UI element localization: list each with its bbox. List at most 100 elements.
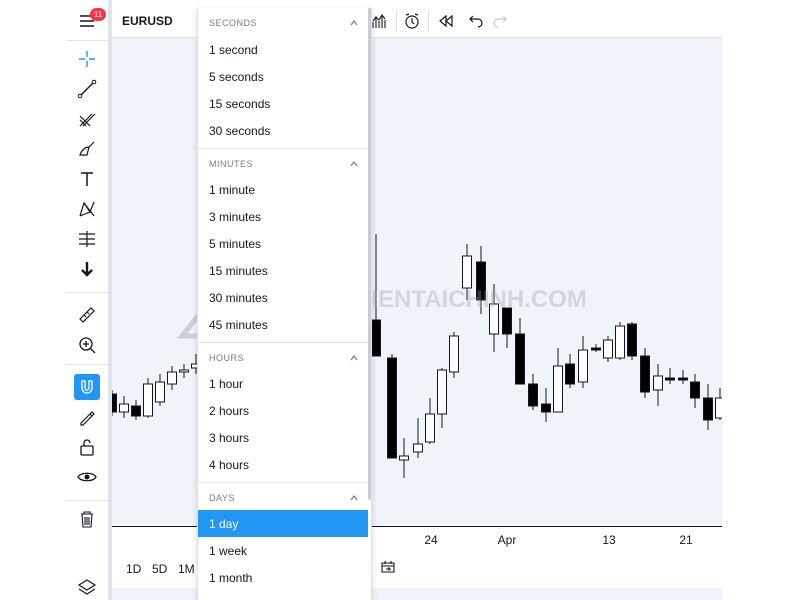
interval-option[interactable]: 2 hours — [198, 397, 368, 424]
interval-option-label: 4 hours — [209, 458, 250, 472]
candle-body — [690, 381, 700, 399]
toolbar-divider — [66, 40, 108, 41]
section-title: DAYS — [209, 493, 235, 503]
eye-icon[interactable] — [74, 464, 100, 490]
section-header-minutes[interactable]: MINUTES — [198, 148, 368, 178]
chevron-up-icon[interactable] — [350, 354, 358, 362]
interval-option-label: 1 hour — [209, 377, 244, 391]
interval-option-label: 15 seconds — [209, 97, 271, 111]
replay-icon[interactable] — [434, 10, 458, 32]
section-header-days[interactable]: DAYS — [198, 482, 368, 512]
ruler-icon[interactable] — [74, 302, 100, 328]
arrow-down-icon[interactable] — [74, 256, 100, 282]
interval-option[interactable]: 15 seconds — [198, 90, 368, 117]
interval-dropdown: SECONDS 1 second 5 seconds 15 seconds 30 sec… — [197, 8, 372, 600]
pitchfork-icon[interactable] — [74, 106, 100, 132]
candle-body — [541, 403, 551, 413]
section-header-seconds[interactable]: SECONDS — [198, 8, 368, 38]
interval-option[interactable]: 4 hours — [198, 451, 368, 478]
candle-body — [715, 397, 722, 419]
candle-body — [528, 383, 538, 407]
candle-body — [143, 383, 153, 417]
candle-body — [591, 347, 601, 351]
interval-option[interactable]: 3 minutes — [198, 203, 368, 230]
interval-option-label: 1 day — [209, 517, 239, 531]
candle-body — [437, 369, 447, 415]
candle-body — [131, 405, 141, 417]
interval-option-label: 1 month — [209, 571, 253, 585]
interval-option-label: 45 minutes — [209, 318, 268, 332]
candle-body — [515, 333, 525, 385]
long-position-icon[interactable] — [74, 226, 100, 252]
interval-option[interactable]: 1 second — [198, 36, 368, 63]
candle-body — [553, 365, 563, 413]
candle-body — [155, 381, 165, 403]
crosshair-icon[interactable] — [74, 46, 100, 72]
interval-option[interactable]: 5 minutes — [198, 230, 368, 257]
interval-option-label: 3 minutes — [209, 210, 262, 224]
range-button[interactable]: 1M — [178, 562, 195, 576]
trash-icon[interactable] — [74, 506, 100, 532]
interval-option[interactable]: 45 minutes — [198, 311, 368, 338]
redo-icon[interactable] — [488, 10, 512, 32]
brush-icon[interactable] — [74, 136, 100, 162]
interval-option-label: 2 hours — [209, 404, 250, 418]
candle-body — [665, 377, 675, 381]
interval-option[interactable]: 30 minutes — [198, 284, 368, 311]
layers-icon[interactable] — [74, 574, 100, 600]
trend-line-icon[interactable] — [74, 76, 100, 102]
toolbar-divider — [66, 500, 108, 501]
interval-option[interactable]: 1 hour — [198, 370, 368, 397]
candle-body — [167, 371, 177, 385]
pattern-icon[interactable] — [74, 196, 100, 222]
zoom-in-icon[interactable] — [74, 332, 100, 358]
candle-body — [653, 375, 663, 391]
candle-body — [387, 357, 397, 459]
x-tick-label: 13 — [602, 533, 616, 547]
interval-option[interactable]: 5 seconds — [198, 63, 368, 90]
interval-option[interactable]: 3 hours — [198, 424, 368, 451]
interval-option-label: 1 minute — [209, 183, 256, 197]
interval-option-label: 1 second — [209, 43, 258, 57]
notification-badge: 11 — [90, 8, 106, 21]
undo-icon[interactable] — [464, 10, 488, 32]
drawing-toolbar: 11 — [66, 0, 108, 600]
candle-body — [615, 325, 625, 359]
candle-body — [703, 397, 713, 421]
x-tick-label: 24 — [424, 533, 438, 547]
interval-option[interactable]: 1 month — [198, 564, 368, 591]
interval-option[interactable]: 15 minutes — [198, 257, 368, 284]
candle-body — [627, 323, 637, 357]
section-title: HOURS — [209, 353, 245, 363]
magnet-icon[interactable] — [74, 374, 100, 400]
chevron-up-icon[interactable] — [350, 494, 358, 502]
toolbar-divider — [66, 292, 108, 293]
interval-option[interactable]: 1 minute — [198, 176, 368, 203]
dropdown-scrollbar[interactable] — [368, 8, 371, 500]
candle-body — [413, 443, 423, 453]
candle-body — [462, 255, 472, 289]
interval-option[interactable]: 1 day — [198, 510, 368, 537]
candle-body — [502, 307, 512, 335]
symbol-search[interactable]: EURUSD — [122, 14, 173, 28]
trading-app: 11 EURUSD 24 Apr 13 21 THUVIENTAICHINH.C… — [0, 0, 800, 600]
candle-body — [565, 363, 575, 385]
candle-body — [399, 455, 409, 461]
lock-drawing-icon[interactable] — [74, 404, 100, 430]
unlock-icon[interactable] — [74, 434, 100, 460]
section-header-hours[interactable]: HOURS — [198, 342, 368, 372]
interval-option[interactable]: 30 seconds — [198, 117, 368, 144]
candle-body — [578, 349, 588, 383]
text-icon[interactable] — [74, 166, 100, 192]
alert-icon[interactable] — [400, 10, 424, 32]
range-button[interactable]: 5D — [152, 562, 167, 576]
chevron-up-icon[interactable] — [350, 19, 358, 27]
x-tick-label: 21 — [679, 533, 693, 547]
chevron-up-icon[interactable] — [350, 160, 358, 168]
range-button[interactable]: 1D — [126, 562, 141, 576]
interval-option[interactable]: 1 week — [198, 537, 368, 564]
interval-option-label: 30 seconds — [209, 124, 271, 138]
goto-date-icon[interactable] — [376, 556, 400, 578]
candle-body — [489, 303, 499, 335]
candle-body — [179, 369, 189, 373]
